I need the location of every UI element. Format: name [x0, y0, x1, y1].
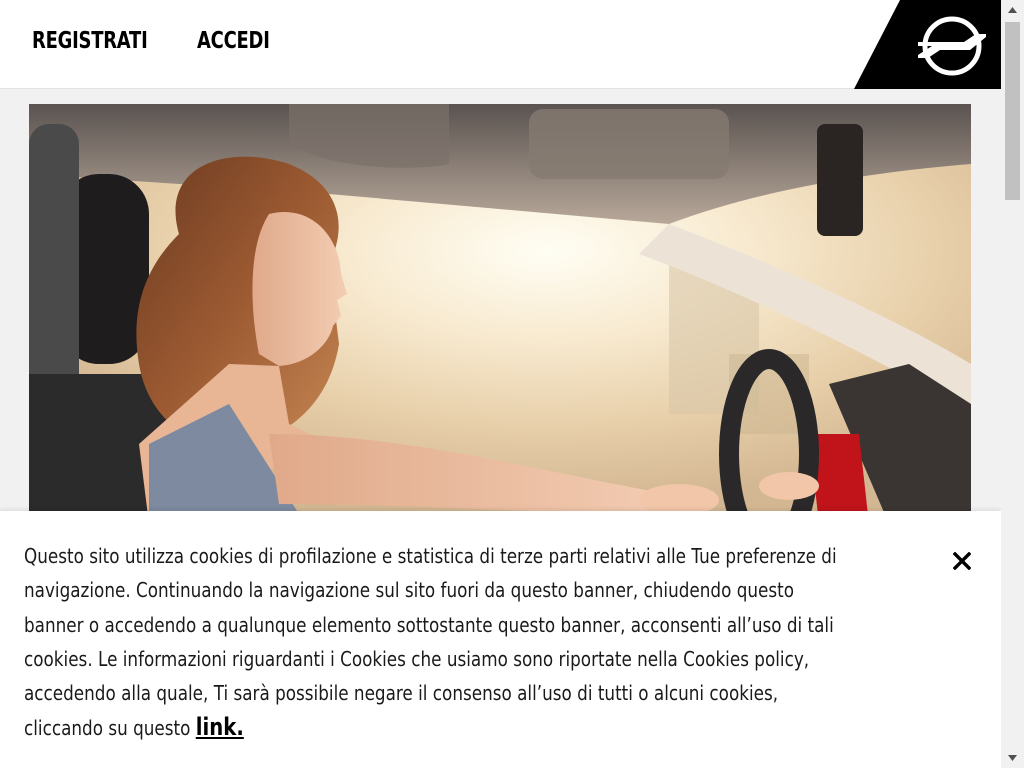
cookie-text-line: banner o accedendo a qualunque elemento … [24, 612, 834, 637]
cookie-text-line: cliccando su questo [24, 716, 196, 741]
cookie-message: Questo sito utilizza cookies di profilaz… [24, 539, 924, 746]
hero-photo [29, 104, 971, 524]
scroll-down-button[interactable] [1001, 748, 1024, 768]
close-icon [953, 552, 971, 570]
woman-driving-car-photo [29, 104, 971, 524]
cookie-banner: Questo sito utilizza cookies di profilaz… [0, 511, 1001, 768]
cookie-text-line: Questo sito utilizza cookies di profilaz… [24, 544, 837, 568]
cookie-text-line: navigazione. Continuando la navigazione … [24, 578, 795, 603]
page: REGISTRATI ACCEDI Questo sito utilizza c… [0, 0, 1024, 768]
opel-logo[interactable] [852, 0, 1001, 89]
vertical-scrollbar[interactable] [1001, 0, 1024, 768]
cookie-policy-link[interactable]: link. [196, 713, 244, 741]
scroll-up-button[interactable] [1001, 0, 1024, 20]
site-header: REGISTRATI ACCEDI [0, 0, 1001, 89]
cookie-text-line: accedendo alla quale, Ti sarà possibile … [24, 681, 779, 706]
scroll-down-arrow-icon [1008, 755, 1017, 761]
scroll-up-arrow-icon [1008, 7, 1017, 13]
cookie-text-line: cookies. Le informazioni riguardanti i C… [24, 646, 810, 671]
login-link[interactable]: ACCEDI [197, 28, 270, 54]
scrollbar-thumb[interactable] [1005, 22, 1020, 200]
register-link[interactable]: REGISTRATI [32, 28, 148, 54]
cookie-close-button[interactable] [948, 547, 976, 575]
opel-lightning-logo-icon [854, 0, 1001, 89]
